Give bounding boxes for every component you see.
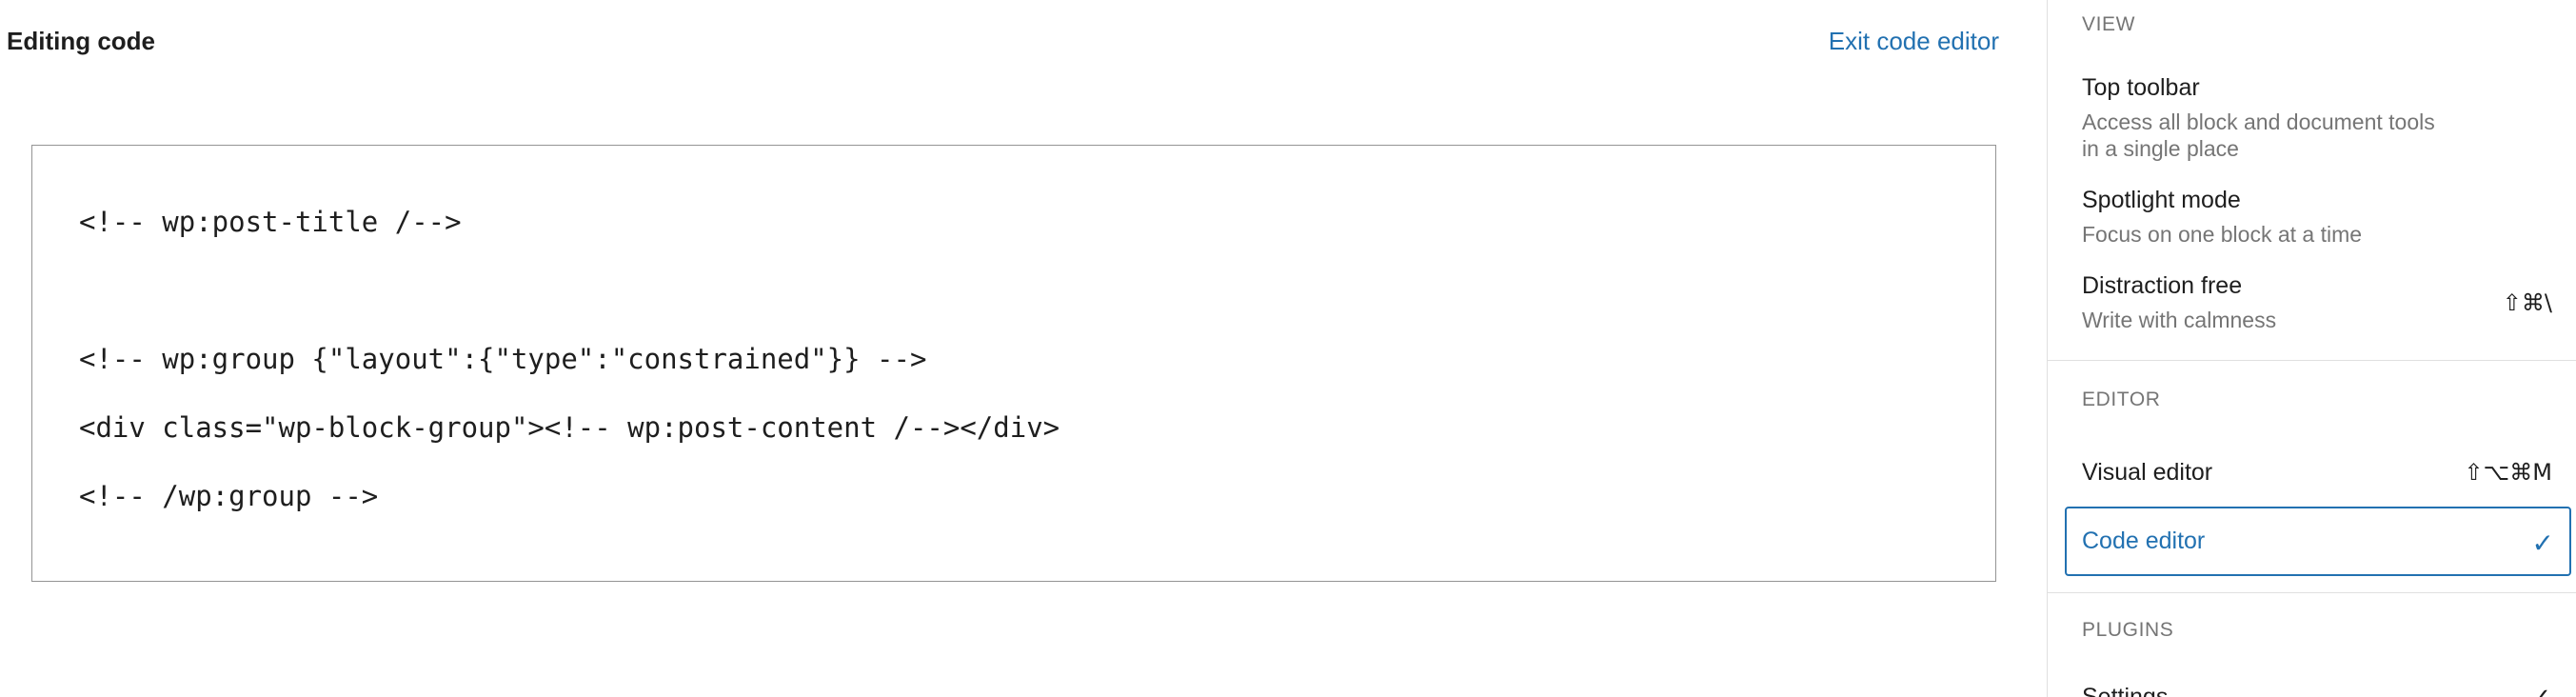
menu-item-description: Focus on one block at a time — [2082, 222, 2363, 247]
menu-divider — [2048, 592, 2576, 593]
shortcut-label: ⇧⌥⌘M — [2464, 459, 2552, 486]
menu-item-label: Code editor — [2082, 528, 2206, 554]
check-icon: ✓ — [2531, 528, 2554, 559]
menu-item-label: Top toolbar — [2082, 74, 2200, 101]
menu-item-description: Access all block and document tools in a… — [2082, 110, 2435, 161]
menu-item-spotlight-mode[interactable]: Spotlight mode Focus on one block at a t… — [2048, 185, 2576, 251]
menu-item-visual-editor[interactable]: Visual editor ⇧⌥⌘M — [2048, 448, 2576, 495]
menu-item-label: Spotlight mode — [2082, 187, 2241, 213]
menu-item-top-toolbar[interactable]: Top toolbar Access all block and documen… — [2048, 70, 2576, 166]
menu-item-code-editor[interactable]: Code editor ✓ — [2065, 507, 2571, 576]
menu-item-distraction-free[interactable]: Distraction free Write with calmness ⇧⌘\ — [2048, 270, 2576, 337]
code-textarea[interactable]: <!-- wp:post-title /--> <!-- wp:group {"… — [31, 145, 1996, 582]
menu-group-label-view: VIEW — [2082, 13, 2136, 35]
code-editor-header: Editing code Exit code editor — [0, 0, 2047, 86]
menu-item-settings[interactable]: Settings — [2082, 684, 2168, 697]
menu-item-description: Write with calmness — [2082, 308, 2277, 332]
menu-group-label-plugins: PLUGINS — [2082, 619, 2174, 641]
menu-divider — [2048, 360, 2576, 361]
menu-item-label: Visual editor — [2082, 459, 2213, 486]
options-menu-panel: VIEW Top toolbar Access all block and do… — [2047, 0, 2576, 697]
code-line: <div class="wp-block-group"><!-- wp:post… — [79, 411, 1060, 444]
shortcut-label: ⇧⌘\ — [2502, 289, 2552, 316]
menu-group-label-editor: EDITOR — [2082, 388, 2161, 410]
menu-item-label: Distraction free — [2082, 272, 2243, 299]
editor-title: Editing code — [7, 27, 155, 55]
code-line: <!-- /wp:group --> — [79, 480, 379, 512]
code-editor-area: Editing code Exit code editor <!-- wp:po… — [0, 0, 2047, 697]
check-icon: ✓ — [2530, 684, 2551, 697]
code-line: <!-- wp:post-title /--> — [79, 206, 462, 238]
exit-code-editor-button[interactable]: Exit code editor — [1829, 27, 1999, 56]
page: Editing code Exit code editor <!-- wp:po… — [0, 0, 2576, 697]
code-line: <!-- wp:group {"layout":{"type":"constra… — [79, 343, 927, 375]
